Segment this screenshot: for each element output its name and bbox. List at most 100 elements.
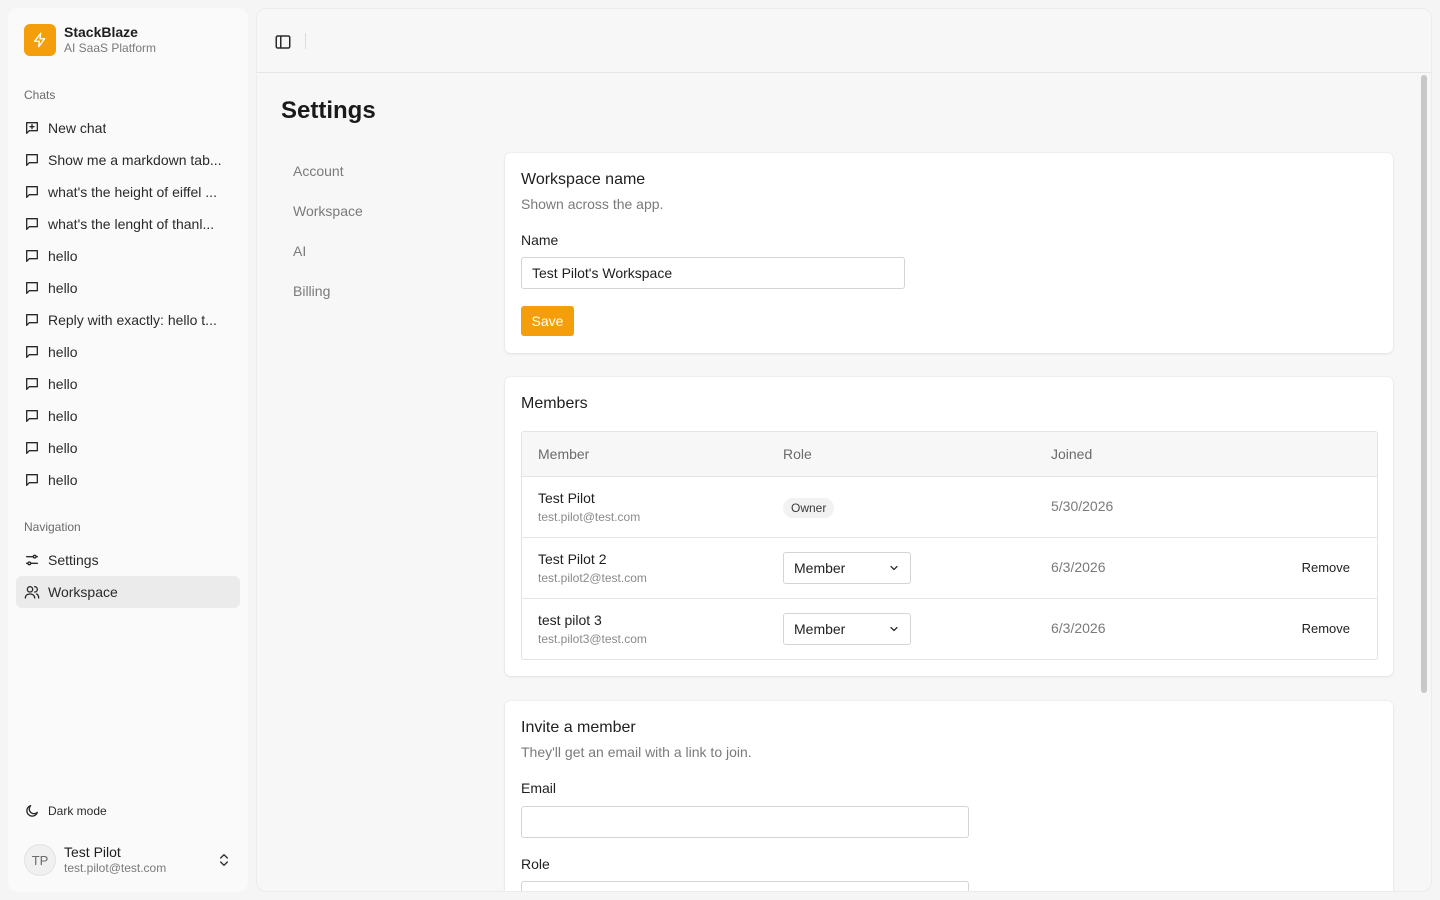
name-field-label: Name bbox=[521, 232, 559, 248]
message-plus-icon bbox=[26, 122, 38, 134]
navigation-section-label: Navigation bbox=[24, 520, 81, 534]
remove-member-button[interactable]: Remove bbox=[1302, 621, 1350, 636]
chevron-up-down-icon bbox=[220, 854, 228, 866]
sliders-icon bbox=[26, 554, 38, 566]
message-icon bbox=[26, 218, 38, 230]
sidebar-item-workspace[interactable]: Workspace bbox=[16, 576, 240, 608]
role-badge: Owner bbox=[783, 498, 835, 518]
message-icon bbox=[26, 314, 38, 326]
main-content: Settings Account Workspace AI Billing Wo… bbox=[256, 8, 1432, 892]
moon-icon bbox=[26, 805, 38, 817]
chat-item[interactable]: hello bbox=[16, 272, 240, 304]
message-icon bbox=[26, 346, 38, 358]
table-header: Member Role Joined bbox=[522, 432, 1377, 477]
member-email: test.pilot2@test.com bbox=[538, 571, 647, 585]
chat-label: Show me a markdown tab... bbox=[48, 152, 222, 168]
chevron-down-icon bbox=[890, 565, 898, 571]
workspace-name-card: Workspace name Shown across the app. Nam… bbox=[505, 153, 1393, 353]
message-icon bbox=[26, 410, 38, 422]
member-email: test.pilot3@test.com bbox=[538, 632, 647, 646]
sidebar-toggle-icon[interactable] bbox=[274, 33, 292, 51]
new-chat-button[interactable]: New chat bbox=[16, 112, 240, 144]
column-header-role: Role bbox=[783, 446, 812, 462]
chat-label: what's the lenght of thanl... bbox=[48, 216, 215, 232]
chat-item[interactable]: hello bbox=[16, 432, 240, 464]
save-button[interactable]: Save bbox=[521, 306, 574, 336]
card-description: Shown across the app. bbox=[521, 196, 664, 212]
user-email: test.pilot@test.com bbox=[64, 861, 167, 875]
card-description: They'll get an email with a link to join… bbox=[521, 744, 752, 760]
card-title: Workspace name bbox=[521, 171, 646, 188]
brand-subtitle: AI SaaS Platform bbox=[64, 41, 157, 55]
user-menu[interactable]: TP Test Pilot test.pilot@test.com bbox=[24, 842, 240, 878]
table-row: Test Pilot test.pilot@test.com Owner 5/3… bbox=[522, 477, 1377, 538]
settings-tab-account[interactable]: Account bbox=[281, 151, 481, 191]
chat-item[interactable]: Reply with exactly: hello t... bbox=[16, 304, 240, 336]
chat-label: New chat bbox=[48, 120, 107, 136]
settings-tab-billing[interactable]: Billing bbox=[281, 271, 481, 311]
chevron-down-icon bbox=[890, 626, 898, 632]
brand[interactable]: StackBlaze AI SaaS Platform bbox=[24, 24, 156, 56]
joined-date: 5/30/2026 bbox=[1051, 498, 1114, 514]
message-icon bbox=[26, 474, 38, 486]
column-header-joined: Joined bbox=[1051, 446, 1093, 462]
chat-label: hello bbox=[48, 344, 78, 360]
member-name: Test Pilot bbox=[538, 490, 595, 506]
chat-label: hello bbox=[48, 376, 78, 392]
table-row: test pilot 3 test.pilot3@test.com Member… bbox=[522, 599, 1377, 659]
chat-item[interactable]: what's the height of eiffel ... bbox=[16, 176, 240, 208]
scrollbar-thumb[interactable] bbox=[1421, 75, 1427, 693]
message-icon bbox=[26, 154, 38, 166]
message-icon bbox=[26, 378, 38, 390]
chat-label: hello bbox=[48, 280, 78, 296]
settings-tab-ai[interactable]: AI bbox=[281, 231, 481, 271]
chat-item[interactable]: hello bbox=[16, 400, 240, 432]
member-name: Test Pilot 2 bbox=[538, 551, 607, 567]
column-header-member: Member bbox=[538, 446, 590, 462]
card-title: Members bbox=[521, 395, 588, 412]
divider bbox=[305, 33, 306, 49]
navigation-list: Settings Workspace bbox=[16, 544, 240, 608]
role-select-value: Member bbox=[794, 560, 846, 576]
invite-email-input[interactable] bbox=[521, 806, 969, 838]
table-row: Test Pilot 2 test.pilot2@test.com Member… bbox=[522, 538, 1377, 599]
settings-tab-workspace[interactable]: Workspace bbox=[281, 191, 481, 231]
role-select-value: Member bbox=[794, 621, 846, 637]
chat-label: hello bbox=[48, 408, 78, 424]
role-select[interactable]: Member bbox=[783, 552, 911, 584]
message-icon bbox=[26, 186, 38, 198]
joined-date: 6/3/2026 bbox=[1051, 559, 1106, 575]
chat-item[interactable]: hello bbox=[16, 336, 240, 368]
users-icon bbox=[24, 586, 40, 599]
joined-date: 6/3/2026 bbox=[1051, 620, 1106, 636]
workspace-name-input[interactable] bbox=[521, 257, 905, 289]
sidebar-item-label: Settings bbox=[48, 552, 99, 568]
message-icon bbox=[26, 442, 38, 454]
avatar: TP bbox=[24, 844, 56, 876]
chat-label: Reply with exactly: hello t... bbox=[48, 312, 217, 328]
sidebar-item-label: Workspace bbox=[48, 584, 118, 600]
email-field-label: Email bbox=[521, 780, 557, 796]
chat-item[interactable]: hello bbox=[16, 240, 240, 272]
user-name: Test Pilot bbox=[64, 844, 121, 860]
chat-item[interactable]: Show me a markdown tab... bbox=[16, 144, 240, 176]
chat-item[interactable]: hello bbox=[16, 464, 240, 496]
member-email: test.pilot@test.com bbox=[538, 510, 641, 524]
remove-member-button[interactable]: Remove bbox=[1302, 560, 1350, 575]
chat-label: hello bbox=[48, 440, 78, 456]
settings-nav: Account Workspace AI Billing bbox=[281, 151, 481, 311]
role-field-label: Role bbox=[521, 856, 550, 872]
role-select[interactable]: Member bbox=[783, 613, 911, 645]
invite-role-select[interactable] bbox=[521, 881, 969, 891]
dark-mode-label: Dark mode bbox=[48, 804, 107, 818]
brand-name: StackBlaze bbox=[64, 24, 138, 40]
sidebar: StackBlaze AI SaaS Platform Chats New ch… bbox=[8, 8, 248, 892]
chat-label: hello bbox=[48, 472, 78, 488]
chat-list: New chat Show me a markdown tab... what'… bbox=[16, 112, 240, 496]
chat-item[interactable]: what's the lenght of thanl... bbox=[16, 208, 240, 240]
chat-item[interactable]: hello bbox=[16, 368, 240, 400]
dark-mode-toggle[interactable]: Dark mode bbox=[24, 803, 107, 819]
chat-label: what's the height of eiffel ... bbox=[48, 184, 217, 200]
members-table: Member Role Joined Test Pilot test.pilot… bbox=[521, 431, 1378, 660]
sidebar-item-settings[interactable]: Settings bbox=[16, 544, 240, 576]
